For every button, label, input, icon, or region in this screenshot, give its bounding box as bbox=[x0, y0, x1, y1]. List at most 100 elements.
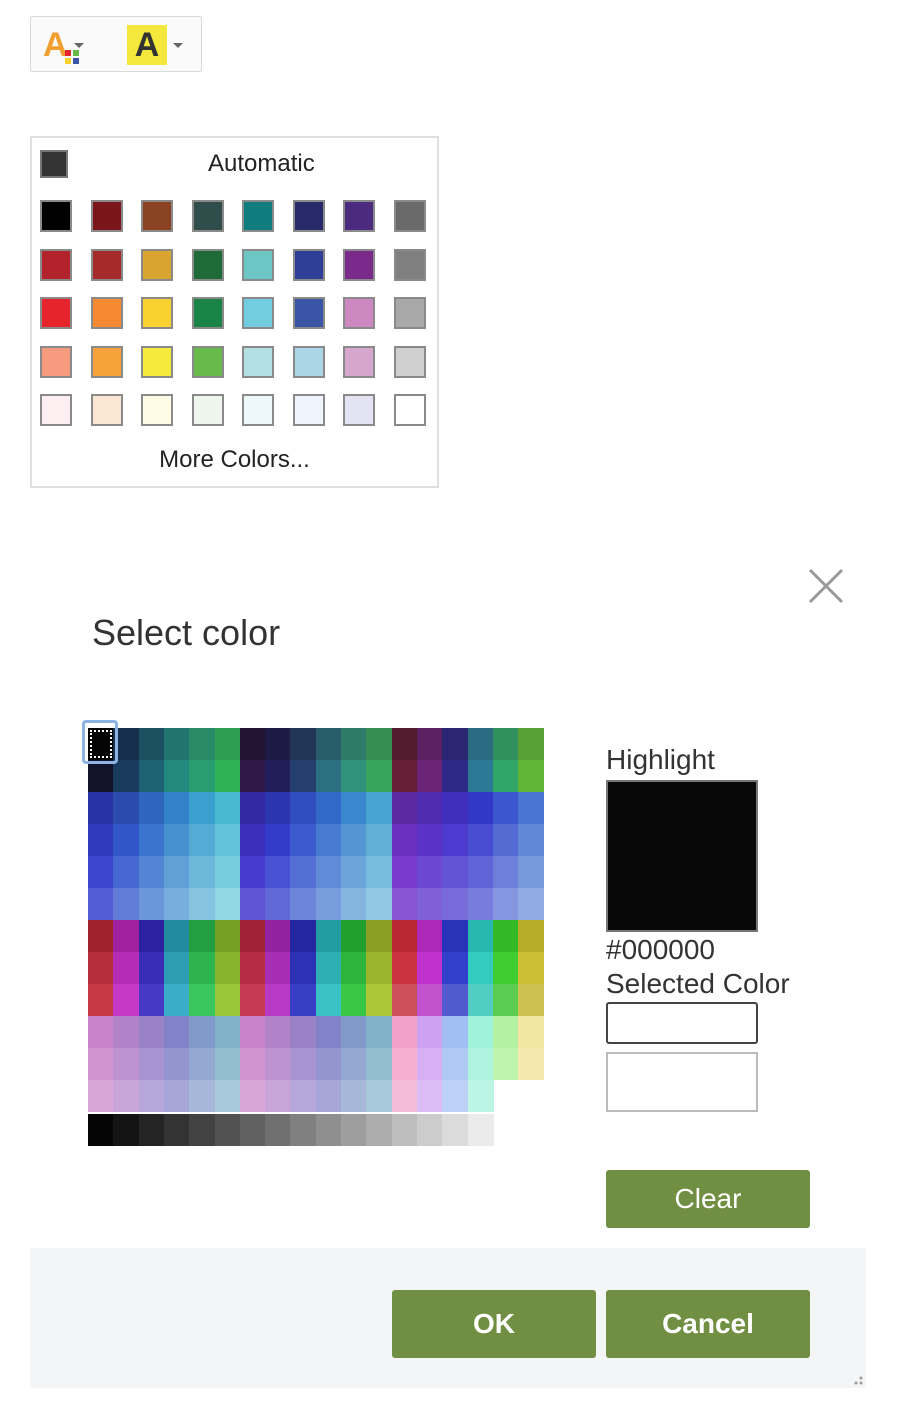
color-cell[interactable] bbox=[265, 792, 292, 824]
color-cell[interactable] bbox=[138, 920, 165, 952]
color-cell[interactable] bbox=[442, 728, 469, 760]
color-cell[interactable] bbox=[113, 1080, 140, 1112]
color-cell[interactable] bbox=[315, 952, 342, 984]
color-cell[interactable] bbox=[113, 1114, 140, 1146]
cancel-button[interactable]: Cancel bbox=[606, 1290, 810, 1358]
color-cell[interactable] bbox=[265, 888, 292, 920]
color-cell[interactable] bbox=[138, 1016, 165, 1048]
color-cell[interactable] bbox=[518, 920, 545, 952]
color-cell[interactable] bbox=[442, 1114, 469, 1146]
palette-swatch[interactable] bbox=[242, 394, 274, 426]
color-cell[interactable] bbox=[163, 920, 190, 952]
color-cell[interactable] bbox=[467, 1048, 494, 1080]
color-cell[interactable] bbox=[189, 792, 216, 824]
palette-swatch[interactable] bbox=[343, 248, 375, 281]
color-cell[interactable] bbox=[341, 728, 367, 760]
color-cell[interactable] bbox=[138, 728, 165, 760]
color-cell[interactable] bbox=[189, 1048, 216, 1080]
color-cell[interactable] bbox=[366, 984, 393, 1016]
color-cell[interactable] bbox=[492, 1048, 519, 1080]
color-cell[interactable] bbox=[467, 856, 494, 888]
color-cell[interactable] bbox=[239, 952, 266, 984]
color-cell[interactable] bbox=[163, 856, 190, 888]
color-cell[interactable] bbox=[189, 888, 216, 920]
color-cell[interactable] bbox=[391, 792, 418, 824]
color-cell[interactable] bbox=[290, 824, 317, 856]
color-cell[interactable] bbox=[189, 952, 216, 984]
color-cell[interactable] bbox=[138, 984, 165, 1016]
color-cell[interactable] bbox=[416, 1048, 443, 1080]
color-cell[interactable] bbox=[366, 856, 393, 888]
color-cell[interactable] bbox=[113, 824, 140, 856]
color-cell[interactable] bbox=[113, 952, 140, 984]
color-cell[interactable] bbox=[341, 1114, 367, 1146]
color-cell[interactable] bbox=[366, 1048, 393, 1080]
more-colors-link[interactable]: More Colors... bbox=[32, 446, 437, 474]
color-cell[interactable] bbox=[113, 760, 140, 792]
color-cell[interactable] bbox=[315, 888, 342, 920]
color-cell[interactable] bbox=[189, 984, 216, 1016]
palette-swatch[interactable] bbox=[40, 345, 72, 378]
color-cell[interactable] bbox=[88, 1048, 114, 1080]
color-cell[interactable] bbox=[113, 856, 140, 888]
color-cell[interactable] bbox=[113, 1016, 140, 1048]
color-cell[interactable] bbox=[416, 952, 443, 984]
color-cell[interactable] bbox=[366, 792, 393, 824]
color-cell[interactable] bbox=[391, 984, 418, 1016]
color-cell[interactable] bbox=[113, 1048, 140, 1080]
color-cell[interactable] bbox=[265, 952, 292, 984]
ok-button[interactable]: OK bbox=[392, 1290, 596, 1358]
color-cell[interactable] bbox=[239, 920, 266, 952]
palette-swatch[interactable] bbox=[141, 248, 173, 281]
color-cell[interactable] bbox=[315, 984, 342, 1016]
color-cell[interactable] bbox=[138, 888, 165, 920]
color-cell[interactable] bbox=[138, 856, 165, 888]
color-cell[interactable] bbox=[467, 888, 494, 920]
palette-swatch[interactable] bbox=[40, 297, 72, 329]
color-cell[interactable] bbox=[315, 760, 342, 792]
color-cell[interactable] bbox=[290, 728, 317, 760]
color-cell[interactable] bbox=[391, 920, 418, 952]
color-cell[interactable] bbox=[366, 952, 393, 984]
color-cell[interactable] bbox=[467, 792, 494, 824]
palette-swatch[interactable] bbox=[90, 297, 123, 329]
palette-swatch[interactable] bbox=[393, 394, 426, 426]
color-cell[interactable] bbox=[239, 1016, 266, 1048]
color-cell[interactable] bbox=[442, 952, 469, 984]
palette-swatch[interactable] bbox=[191, 297, 224, 329]
color-cell[interactable] bbox=[416, 856, 443, 888]
color-cell[interactable] bbox=[492, 824, 519, 856]
color-cell[interactable] bbox=[214, 1114, 241, 1146]
palette-swatch[interactable] bbox=[292, 200, 325, 232]
color-cell[interactable] bbox=[518, 760, 545, 792]
color-cell[interactable] bbox=[189, 1080, 216, 1112]
color-cell[interactable] bbox=[341, 920, 367, 952]
color-cell[interactable] bbox=[239, 824, 266, 856]
color-cell[interactable] bbox=[467, 1114, 494, 1146]
color-cell[interactable] bbox=[518, 1048, 545, 1080]
color-cell[interactable] bbox=[113, 920, 140, 952]
palette-swatch[interactable] bbox=[343, 200, 375, 232]
palette-swatch[interactable] bbox=[141, 345, 173, 378]
color-cell[interactable] bbox=[366, 888, 393, 920]
color-cell[interactable] bbox=[113, 984, 140, 1016]
color-cell[interactable] bbox=[442, 824, 469, 856]
palette-swatch[interactable] bbox=[242, 248, 274, 281]
highlight-color-button[interactable]: A bbox=[127, 25, 199, 65]
color-cell[interactable] bbox=[341, 1048, 367, 1080]
palette-swatch[interactable] bbox=[141, 200, 173, 232]
color-cell[interactable] bbox=[315, 856, 342, 888]
color-cell[interactable] bbox=[265, 984, 292, 1016]
color-cell[interactable] bbox=[492, 856, 519, 888]
color-cell[interactable] bbox=[138, 1048, 165, 1080]
color-cell[interactable] bbox=[366, 760, 393, 792]
color-cell[interactable] bbox=[341, 888, 367, 920]
color-cell[interactable] bbox=[214, 1048, 241, 1080]
color-cell[interactable] bbox=[315, 792, 342, 824]
palette-swatch[interactable] bbox=[393, 297, 426, 329]
color-cell[interactable] bbox=[189, 1114, 216, 1146]
color-cell[interactable] bbox=[391, 824, 418, 856]
color-cell[interactable] bbox=[163, 888, 190, 920]
color-cell[interactable] bbox=[265, 1114, 292, 1146]
color-cell[interactable] bbox=[416, 1114, 443, 1146]
